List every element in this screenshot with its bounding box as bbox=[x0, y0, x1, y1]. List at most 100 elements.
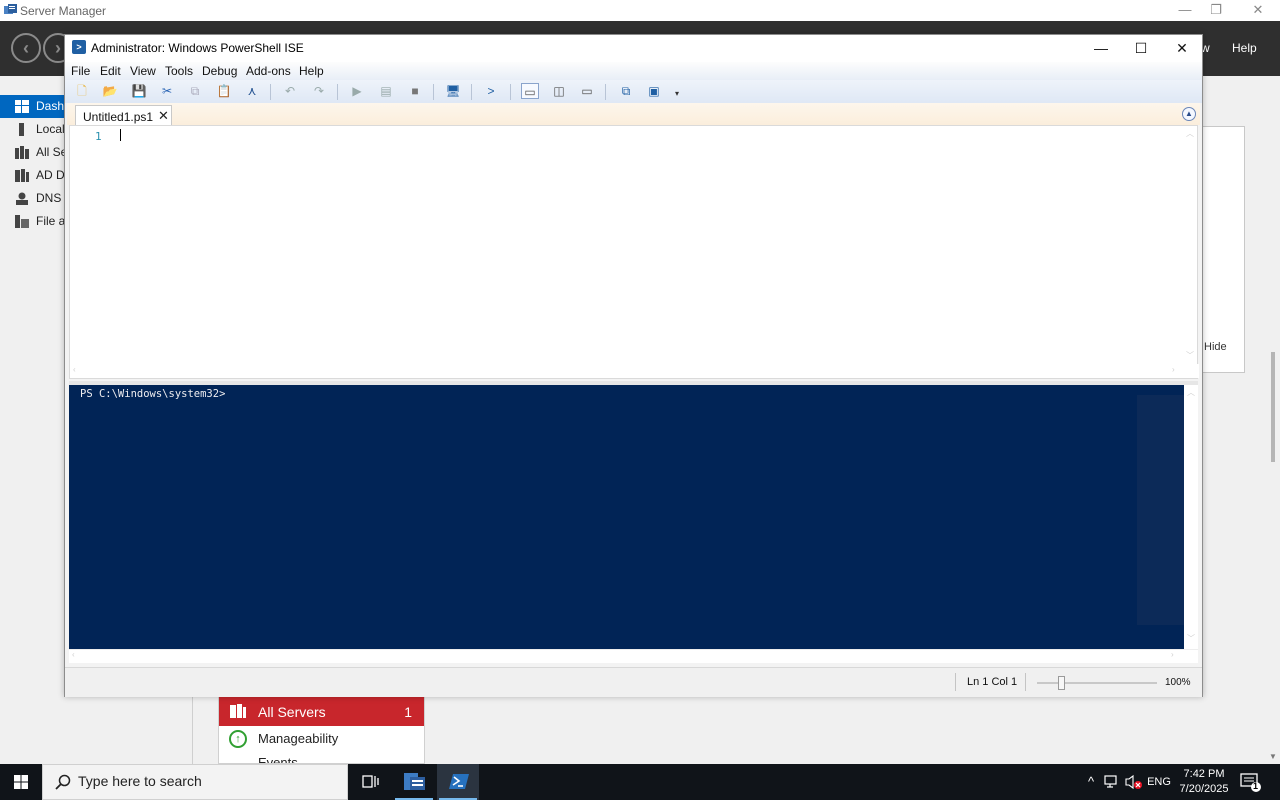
server-manager-scrollbar[interactable]: ▼ bbox=[1266, 76, 1280, 764]
windows-logo-icon bbox=[14, 775, 28, 789]
console-pane[interactable]: PS C:\Windows\system32> ︿ ﹀ bbox=[69, 385, 1198, 649]
server-manager-titlebar: Server Manager — ❐ ✕ bbox=[0, 0, 1280, 21]
cursor-position: Ln 1 Col 1 bbox=[967, 676, 1018, 688]
show-command-addon-icon[interactable]: ▣ bbox=[645, 83, 663, 99]
network-disconnected-icon[interactable] bbox=[1104, 774, 1122, 790]
scrollbar-thumb[interactable] bbox=[1271, 352, 1275, 462]
show-script-maximized-icon[interactable]: ▭ bbox=[578, 83, 596, 99]
tile-row-label: Manageability bbox=[258, 731, 339, 746]
sidebar-item-dns[interactable]: DNS bbox=[0, 187, 66, 210]
hide-link[interactable]: Hide bbox=[1204, 341, 1227, 353]
task-view-button[interactable] bbox=[349, 764, 391, 800]
start-button[interactable] bbox=[0, 764, 42, 800]
scroll-down-arrow-icon[interactable]: ﹀ bbox=[1187, 633, 1195, 644]
scroll-left-arrow-icon[interactable]: ‹ bbox=[73, 365, 76, 374]
menu-add-ons[interactable]: Add-ons bbox=[246, 64, 291, 78]
powershell-icon bbox=[449, 774, 469, 789]
sidebar-item-file-storage[interactable]: File a bbox=[0, 210, 66, 233]
action-center-button[interactable]: 1 bbox=[1238, 772, 1262, 792]
sidebar-item-dashboard[interactable]: Dash bbox=[0, 95, 66, 118]
ise-menubar: File Edit View Tools Debug Add-ons Help bbox=[65, 62, 1202, 80]
tab-untitled1[interactable]: Untitled1.ps1 ✕ bbox=[75, 105, 172, 126]
sm-close-button[interactable]: ✕ bbox=[1238, 0, 1278, 21]
sidebar-item-label: Local bbox=[36, 122, 65, 136]
tile-header[interactable]: All Servers 1 bbox=[219, 697, 424, 726]
up-arrow-status-icon: ↑ bbox=[229, 730, 247, 748]
copy-icon[interactable]: ⧉ bbox=[186, 83, 204, 99]
stop-icon[interactable]: ■ bbox=[406, 83, 424, 99]
sm-menu-help[interactable]: Help bbox=[1232, 41, 1257, 55]
show-hidden-icons-chevron-icon[interactable]: ^ bbox=[1082, 764, 1100, 800]
dashboard-icon bbox=[15, 100, 29, 113]
undo-icon[interactable]: ↶ bbox=[281, 83, 299, 99]
run-script-icon[interactable]: ▶ bbox=[348, 83, 366, 99]
menu-file[interactable]: File bbox=[71, 64, 90, 78]
tile-row-manageability[interactable]: ↑ Manageability bbox=[219, 729, 424, 751]
ise-minimize-button[interactable]: — bbox=[1081, 35, 1121, 62]
powershell-console-icon[interactable]: > bbox=[482, 83, 500, 99]
show-script-right-icon[interactable]: ◫ bbox=[550, 83, 568, 99]
menu-help[interactable]: Help bbox=[299, 64, 324, 78]
toolbar-separator bbox=[471, 84, 472, 100]
scroll-right-arrow-icon[interactable]: › bbox=[1171, 650, 1174, 659]
powershell-icon: > bbox=[72, 40, 86, 54]
cut-icon[interactable]: ✂ bbox=[158, 83, 176, 99]
volume-muted-icon[interactable] bbox=[1125, 774, 1143, 790]
zoom-slider-thumb[interactable] bbox=[1058, 676, 1065, 690]
collapse-script-pane-icon[interactable]: ▲ bbox=[1182, 107, 1196, 121]
scroll-down-arrow-icon[interactable]: ﹀ bbox=[1186, 350, 1194, 361]
sidebar-item-all-servers[interactable]: All Se bbox=[0, 141, 66, 164]
server-manager-side-panel bbox=[1203, 126, 1245, 373]
clear-console-icon[interactable]: ⋏ bbox=[243, 83, 261, 99]
scroll-up-arrow-icon[interactable]: ︿ bbox=[1187, 387, 1195, 398]
console-vertical-scrollbar[interactable]: ︿ ﹀ bbox=[1184, 385, 1198, 649]
save-icon[interactable]: 💾 bbox=[130, 83, 148, 99]
new-script-icon[interactable]: 🗋 bbox=[73, 83, 91, 99]
script-editor[interactable]: 1 ︿ ﹀ ‹ › bbox=[69, 125, 1199, 379]
sidebar-item-local-server[interactable]: Local bbox=[0, 118, 66, 141]
open-folder-icon[interactable]: 📂 bbox=[101, 83, 119, 99]
taskbar-search-box[interactable] bbox=[42, 764, 348, 800]
content-divider bbox=[192, 696, 193, 764]
close-icon[interactable]: ✕ bbox=[158, 108, 169, 124]
ise-titlebar: > Administrator: Windows PowerShell ISE … bbox=[65, 35, 1202, 62]
ise-close-button[interactable]: ✕ bbox=[1162, 35, 1202, 62]
taskbar-clock[interactable]: 7:42 PM 7/20/2025 bbox=[1172, 767, 1236, 797]
notification-count: 1 bbox=[1253, 781, 1259, 791]
all-servers-tile[interactable]: All Servers 1 ↑ Manageability Events bbox=[218, 696, 425, 764]
scroll-up-arrow-icon[interactable]: ︿ bbox=[1186, 128, 1194, 139]
sm-restore-button[interactable]: ❐ bbox=[1196, 0, 1236, 21]
sidebar-item-label: File a bbox=[36, 214, 66, 228]
menu-view[interactable]: View bbox=[130, 64, 156, 78]
task-view-icon bbox=[362, 775, 379, 788]
scroll-left-arrow-icon[interactable]: ‹ bbox=[72, 650, 75, 659]
remote-powershell-icon[interactable]: 🖥 bbox=[444, 83, 462, 99]
run-selection-icon[interactable]: ▤ bbox=[377, 83, 395, 99]
console-output[interactable]: PS C:\Windows\system32> bbox=[69, 385, 1184, 649]
toolbar-separator bbox=[510, 84, 511, 100]
back-arrow-icon[interactable]: ‹ bbox=[11, 33, 41, 63]
show-script-top-icon[interactable]: ▭ bbox=[521, 83, 539, 99]
redo-icon[interactable]: ↷ bbox=[310, 83, 328, 99]
sidebar-item-label: AD D bbox=[36, 168, 65, 182]
language-indicator[interactable]: ENG bbox=[1146, 764, 1172, 800]
tile-row-events[interactable]: Events bbox=[219, 753, 424, 763]
menu-debug[interactable]: Debug bbox=[202, 64, 237, 78]
sidebar-item-ad-ds[interactable]: AD D bbox=[0, 164, 66, 187]
zoom-slider[interactable] bbox=[1037, 682, 1157, 684]
taskbar-app-server-manager[interactable] bbox=[393, 764, 435, 800]
menu-edit[interactable]: Edit bbox=[100, 64, 121, 78]
toolbar-separator bbox=[433, 84, 434, 100]
show-command-window-icon[interactable]: ⧉ bbox=[617, 83, 635, 99]
ise-maximize-button[interactable]: ☐ bbox=[1121, 35, 1161, 62]
editor-vertical-scrollbar[interactable]: ︿ ﹀ bbox=[1183, 126, 1197, 364]
paste-icon[interactable]: 📋 bbox=[215, 83, 233, 99]
search-input[interactable] bbox=[78, 773, 338, 789]
taskbar-app-powershell-ise[interactable] bbox=[437, 764, 479, 800]
toolbar-overflow-icon[interactable]: ▾ bbox=[668, 86, 686, 102]
scroll-right-arrow-icon[interactable]: › bbox=[1172, 365, 1175, 374]
menu-tools[interactable]: Tools bbox=[165, 64, 193, 78]
console-horizontal-scrollbar[interactable]: ‹ › bbox=[69, 649, 1198, 663]
scroll-down-arrow-icon[interactable]: ▼ bbox=[1269, 752, 1277, 761]
editor-horizontal-scrollbar[interactable]: ‹ › bbox=[70, 364, 1199, 378]
